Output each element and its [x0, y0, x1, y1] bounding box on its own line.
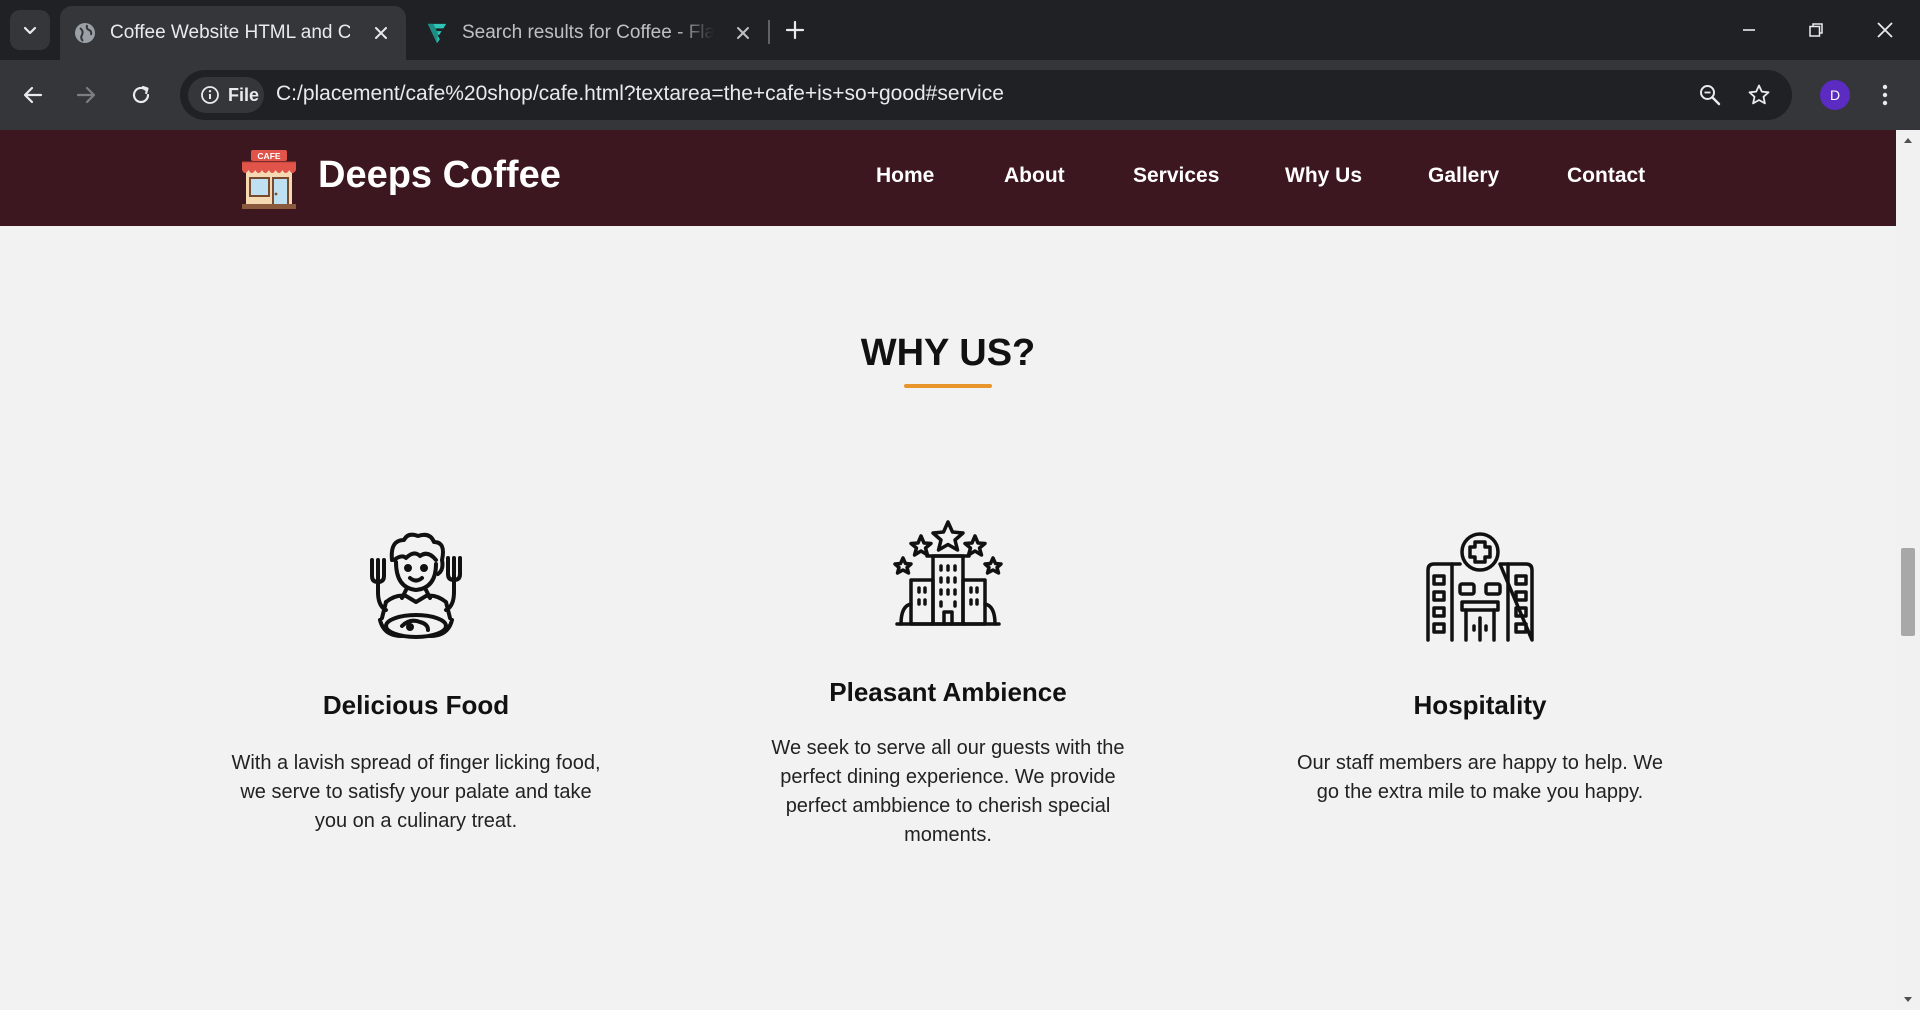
scroll-down-arrow-icon[interactable] — [1896, 990, 1920, 1010]
restore-icon — [1809, 23, 1823, 37]
more-menu-icon[interactable] — [1870, 80, 1900, 110]
card-text: Our staff members are happy to help. We … — [1296, 752, 1664, 803]
page-scrollbar[interactable] — [1896, 130, 1920, 1010]
address-bar[interactable]: File C:/placement/cafe%20shop/cafe.html?… — [180, 70, 1792, 120]
restore-button[interactable] — [1793, 10, 1839, 50]
site-header: CAFE Deeps Coffee Home About Services Wh… — [0, 130, 1896, 226]
card-title: Pleasant Ambience — [829, 677, 1067, 707]
tab-search-button[interactable] — [10, 10, 50, 50]
hospital-building-icon — [1422, 530, 1538, 642]
title-underline — [904, 384, 992, 388]
zoom-icon[interactable] — [1695, 80, 1725, 110]
tab-title: Coffee Website HTML and CSS — [110, 22, 350, 43]
nav-why-us[interactable]: Why Us — [1285, 164, 1362, 188]
tab-separator — [768, 20, 770, 44]
nav-services[interactable]: Services — [1133, 164, 1219, 188]
nav-gallery[interactable]: Gallery — [1428, 164, 1499, 188]
nav-about[interactable]: About — [1004, 164, 1065, 188]
nav-contact[interactable]: Contact — [1567, 164, 1645, 188]
new-tab-button[interactable] — [780, 12, 810, 48]
site-info-chip[interactable]: File — [188, 77, 264, 113]
plus-icon — [785, 20, 805, 40]
arrow-right-icon — [76, 86, 96, 104]
arrow-left-icon — [23, 86, 43, 104]
minimize-icon — [1743, 29, 1755, 31]
reload-icon — [132, 85, 150, 104]
globe-icon — [74, 22, 96, 44]
logo-sign-text: CAFE — [257, 151, 280, 161]
card-text: We seek to serve all our guests with the… — [771, 737, 1125, 846]
card-title: Delicious Food — [322, 690, 510, 720]
close-icon[interactable] — [370, 22, 392, 44]
tab-flaticon-search[interactable]: Search results for Coffee - Flaticon — [412, 6, 768, 60]
profile-avatar[interactable]: D — [1820, 80, 1850, 110]
scroll-up-arrow-icon[interactable] — [1896, 130, 1920, 150]
scrollbar-thumb[interactable] — [1901, 548, 1915, 636]
cafe-logo-icon[interactable]: CAFE — [238, 148, 300, 210]
chef-eating-icon — [356, 530, 476, 642]
page-viewport: CAFE Deeps Coffee Home About Services Wh… — [0, 130, 1896, 1010]
forward-button[interactable] — [66, 75, 106, 115]
info-icon — [201, 86, 219, 104]
card-title: Hospitality — [1413, 690, 1547, 720]
bookmark-star-icon[interactable] — [1744, 80, 1774, 110]
section-title: WHY US? — [860, 332, 1036, 374]
brand-name[interactable]: Deeps Coffee — [318, 154, 561, 197]
close-icon — [1877, 22, 1893, 38]
flaticon-logo-icon — [426, 22, 448, 44]
card-text: With a lavish spread of finger licking f… — [231, 752, 601, 832]
window-close-button[interactable] — [1862, 10, 1908, 50]
tab-title: Search results for Coffee - Flaticon — [462, 22, 714, 43]
tab-strip: Coffee Website HTML and CSS Search resul… — [0, 0, 1920, 60]
browser-toolbar: File C:/placement/cafe%20shop/cafe.html?… — [0, 60, 1920, 130]
minimize-button[interactable] — [1726, 10, 1772, 50]
close-icon[interactable] — [732, 22, 754, 44]
browser-window: Coffee Website HTML and CSS Search resul… — [0, 0, 1920, 1010]
site-info-label: File — [228, 84, 260, 105]
tab-coffee-website[interactable]: Coffee Website HTML and CSS — [60, 6, 406, 60]
reload-button[interactable] — [121, 75, 161, 115]
back-button[interactable] — [13, 75, 53, 115]
url-text[interactable]: C:/placement/cafe%20shop/cafe.html?texta… — [276, 82, 1004, 106]
chevron-down-icon — [23, 26, 37, 35]
five-star-hotel-icon — [891, 518, 1005, 630]
nav-home[interactable]: Home — [876, 164, 934, 188]
